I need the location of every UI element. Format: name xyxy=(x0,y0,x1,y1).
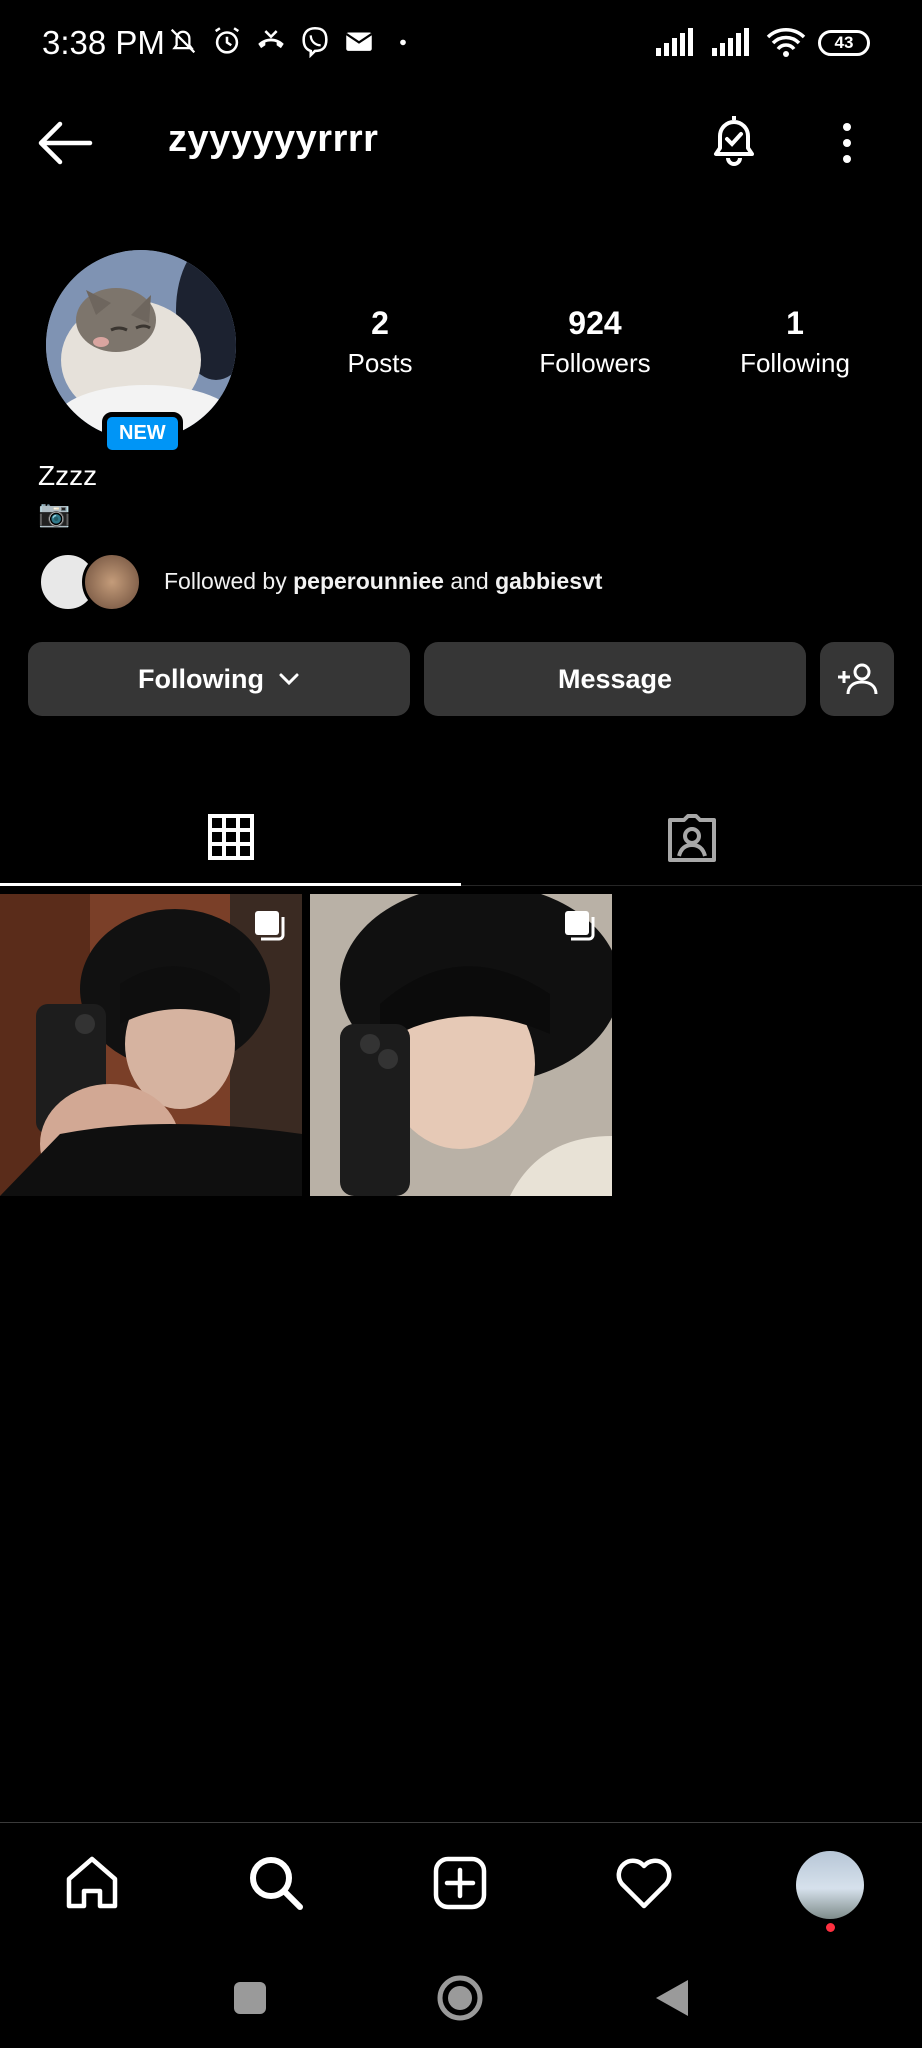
new-story-badge: NEW xyxy=(102,412,183,455)
system-back-button[interactable] xyxy=(646,1972,698,2024)
mutual-user-2[interactable]: gabbiesvt xyxy=(495,568,602,594)
battery-level: 43 xyxy=(834,33,854,52)
posts-count: 2 xyxy=(371,305,389,341)
notification-dot xyxy=(826,1923,835,1932)
more-options-button[interactable] xyxy=(830,118,864,168)
activity-heart-icon xyxy=(616,1858,672,1909)
mail-icon xyxy=(345,32,373,51)
mutual-user-1[interactable]: peperounniee xyxy=(293,568,444,594)
followed-by-text: Followed by peperounniee and gabbiesvt xyxy=(164,568,602,595)
posts-label: Posts xyxy=(347,348,413,378)
message-button[interactable]: Message xyxy=(424,642,806,716)
grid-icon xyxy=(207,813,254,860)
add-user-icon xyxy=(838,663,878,695)
triangle-back-icon xyxy=(656,1980,688,2016)
battery-icon: 43 xyxy=(818,30,870,56)
circle-icon xyxy=(437,1975,483,2021)
notifications-button[interactable] xyxy=(706,110,762,170)
followed-by-conj: and xyxy=(443,567,496,594)
tab-grid[interactable] xyxy=(0,790,461,886)
notification-bell-icon xyxy=(714,116,754,166)
viber-icon xyxy=(302,26,328,58)
more-options-icon xyxy=(843,123,851,163)
nav-home[interactable] xyxy=(60,1851,124,1915)
followed-by-row[interactable]: Followed by peperounniee and gabbiesvt xyxy=(38,548,602,614)
recent-apps-button[interactable] xyxy=(224,1972,276,2024)
following-button[interactable]: Following xyxy=(28,642,410,716)
create-icon xyxy=(433,1856,487,1910)
stat-posts[interactable]: 2 Posts xyxy=(300,305,460,379)
back-button[interactable] xyxy=(36,118,96,168)
carousel-icon xyxy=(565,911,595,941)
profile-tabs xyxy=(0,790,922,886)
status-icons-right: 43 xyxy=(654,28,870,58)
message-button-label: Message xyxy=(557,663,673,694)
profile-avatar[interactable]: NEW xyxy=(46,250,236,455)
followed-by-prefix: Followed by xyxy=(164,567,294,594)
stat-followers[interactable]: 924 Followers xyxy=(490,305,700,379)
carousel-icon xyxy=(255,911,285,941)
stat-following[interactable]: 1 Following xyxy=(710,305,880,379)
home-icon xyxy=(66,1856,118,1909)
bio-text: 📷 xyxy=(38,498,71,528)
nav-create[interactable] xyxy=(428,1851,492,1915)
profile-header: zyyyyyyrrrr xyxy=(0,100,922,190)
following-count: 1 xyxy=(786,305,804,341)
mutual-avatars xyxy=(38,548,146,614)
dot-icon xyxy=(400,39,406,46)
square-icon xyxy=(234,1982,266,2014)
following-button-label: Following xyxy=(138,663,264,694)
tab-tagged[interactable] xyxy=(461,790,922,886)
followers-count: 924 xyxy=(568,305,622,341)
alarm-icon xyxy=(214,27,240,54)
nav-activity[interactable] xyxy=(612,1851,676,1915)
status-icons-left xyxy=(166,24,420,58)
display-name: Zzzz xyxy=(38,460,98,491)
system-navigation xyxy=(0,1950,922,2048)
tagged-icon xyxy=(667,814,716,862)
signal-icon xyxy=(712,28,749,56)
nav-profile-avatar[interactable] xyxy=(796,1851,864,1919)
bottom-navigation xyxy=(0,1822,922,1942)
status-time: 3:38 PM xyxy=(42,24,165,61)
post-thumbnail[interactable] xyxy=(0,894,302,1196)
post-thumbnail[interactable] xyxy=(310,894,612,1196)
nav-search[interactable] xyxy=(244,1851,308,1915)
status-bar: 3:38 PM 43 xyxy=(0,0,922,90)
back-arrow-icon xyxy=(38,121,93,165)
missed-call-icon xyxy=(258,30,284,49)
signal-icon xyxy=(656,28,693,56)
suggested-users-button[interactable] xyxy=(820,642,894,716)
mute-icon xyxy=(170,28,196,54)
profile-username: zyyyyyyrrrr xyxy=(168,118,379,160)
wifi-icon xyxy=(766,28,806,57)
followers-label: Followers xyxy=(539,348,651,378)
profile-stats: 2 Posts 924 Followers 1 Following xyxy=(300,305,900,395)
mutual-avatar xyxy=(82,552,142,612)
system-home-button[interactable] xyxy=(434,1972,486,2024)
following-label: Following xyxy=(740,348,850,378)
chevron-down-icon xyxy=(279,673,299,686)
search-icon xyxy=(250,1857,303,1910)
